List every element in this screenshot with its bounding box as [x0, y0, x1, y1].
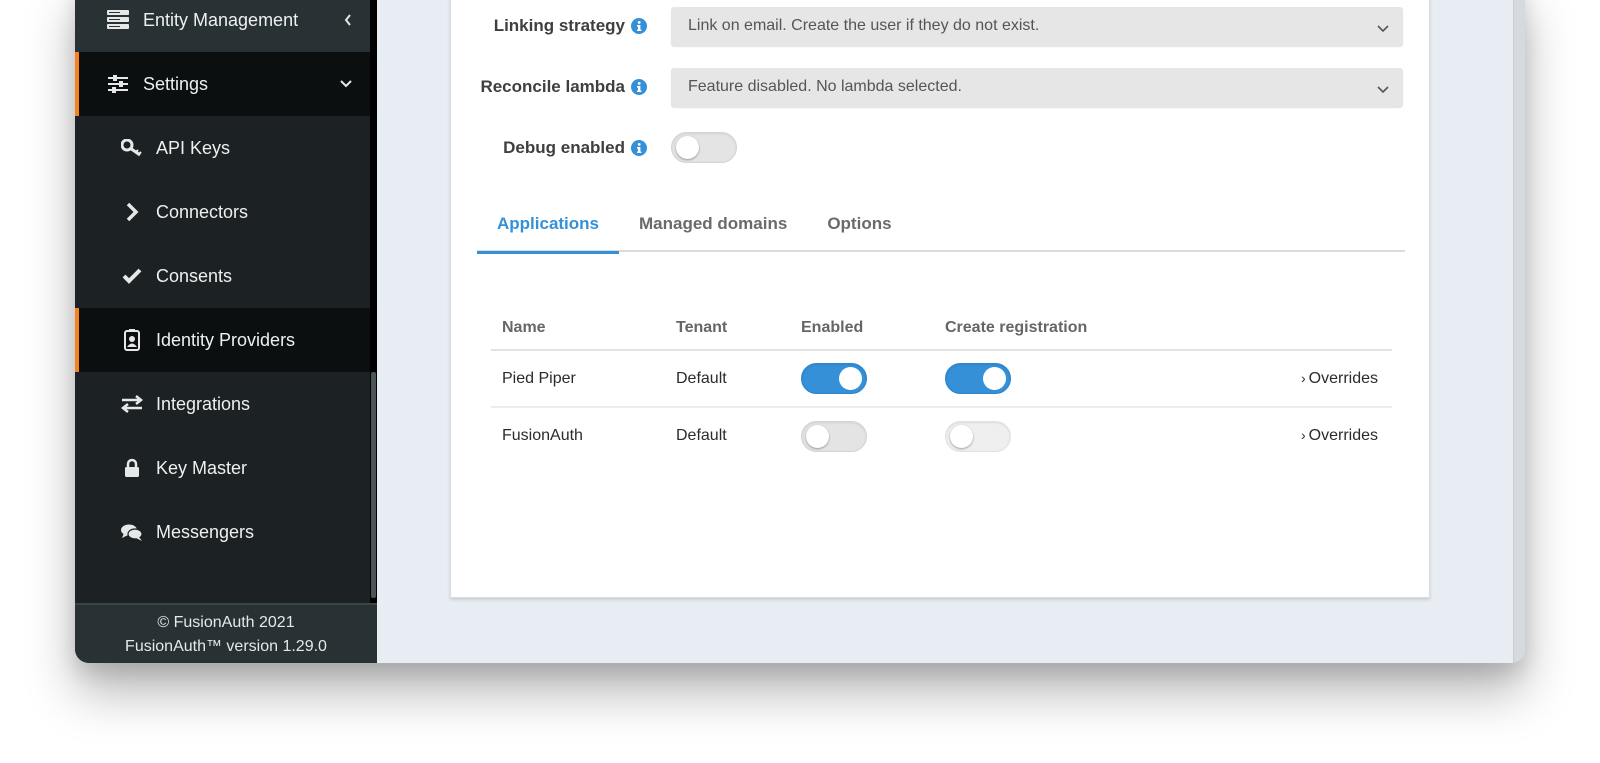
chevron-right-icon: ›	[1300, 427, 1306, 443]
overrides-link[interactable]: › Overrides	[1217, 407, 1392, 464]
linking-strategy-value: Link on email. Create the user if they d…	[688, 17, 1040, 34]
sidebar-footer: © FusionAuth 2021 FusionAuth™ version 1.…	[75, 603, 377, 663]
sidebar-item-label: API Keys	[156, 137, 231, 158]
tab-options[interactable]: Options	[807, 212, 911, 252]
toggle-knob	[676, 136, 699, 159]
linking-strategy-select[interactable]: Link on email. Create the user if they d…	[671, 6, 1403, 46]
app-tenant: Default	[676, 427, 727, 444]
key-icon	[121, 137, 143, 159]
lock-icon	[121, 457, 143, 479]
check-icon	[121, 265, 143, 287]
toggle-knob	[983, 367, 1006, 390]
sidebar-item-label: Consents	[156, 265, 233, 286]
reconcile-lambda-label-wrap: Reconcile lambda	[451, 77, 647, 97]
applications-table: Name Tenant Enabled Create registration …	[491, 307, 1392, 464]
version-text: FusionAuth™ version 1.29.0	[125, 638, 327, 655]
linking-strategy-row: Linking strategy Link on email. Create t…	[451, 6, 1429, 46]
sidebar-item-label: Connectors	[156, 201, 249, 222]
app-window: Entity Management Settings API Keys Conn…	[75, 0, 1525, 663]
create-registration-toggle[interactable]	[945, 363, 1011, 394]
table-row: Pied Piper Default › Overrides	[491, 350, 1392, 408]
sidebar-item-connectors[interactable]: Connectors	[75, 180, 370, 244]
reconcile-lambda-label: Reconcile lambda	[480, 77, 625, 96]
sidebar-item-key-master[interactable]: Key Master	[75, 436, 370, 500]
reconcile-lambda-select[interactable]: Feature disabled. No lambda selected.	[671, 67, 1403, 107]
column-header-actions	[1216, 307, 1392, 351]
table-row: FusionAuth Default › Overrides	[491, 407, 1392, 464]
debug-enabled-toggle[interactable]	[671, 132, 737, 163]
tab-applications[interactable]: Applications	[477, 212, 620, 254]
chevron-right-icon	[121, 201, 143, 223]
chevron-down-icon	[340, 80, 352, 88]
main-content: Linking strategy Link on email. Create t…	[377, 0, 1525, 663]
sidebar-item-api-keys[interactable]: API Keys	[75, 116, 370, 180]
sliders-icon	[107, 73, 129, 95]
toggle-knob	[839, 367, 862, 390]
reconcile-lambda-value: Feature disabled. No lambda selected.	[688, 78, 962, 95]
server-stack-icon	[107, 9, 129, 31]
sidebar-item-consents[interactable]: Consents	[75, 244, 370, 308]
info-icon[interactable]	[631, 79, 647, 95]
overrides-link[interactable]: › Overrides	[1216, 350, 1392, 408]
sidebar-item-integrations[interactable]: Integrations	[75, 372, 370, 436]
info-icon[interactable]	[631, 18, 647, 34]
column-header-tenant: Tenant	[665, 307, 790, 351]
create-registration-toggle[interactable]	[945, 420, 1011, 452]
sidebar-item-label: Messengers	[156, 521, 255, 542]
enabled-toggle[interactable]	[801, 363, 867, 394]
copyright-text: © FusionAuth 2021	[157, 614, 295, 631]
comments-icon	[121, 521, 143, 543]
identity-provider-panel: Linking strategy Link on email. Create t…	[450, 0, 1430, 598]
app-name: FusionAuth	[502, 427, 583, 444]
column-header-name: Name	[491, 307, 665, 351]
id-badge-icon	[121, 329, 143, 351]
sidebar-item-identity-providers[interactable]: Identity Providers	[75, 308, 370, 372]
enabled-toggle[interactable]	[801, 420, 867, 452]
chevron-down-icon	[1377, 20, 1389, 38]
sidebar-item-settings[interactable]: Settings	[75, 52, 370, 116]
sidebar-scrollbar[interactable]	[370, 0, 377, 603]
overrides-label: Overrides	[1308, 369, 1378, 387]
linking-strategy-label-wrap: Linking strategy	[451, 16, 647, 36]
sidebar-item-label: Entity Management	[143, 9, 299, 30]
app-tenant: Default	[665, 350, 790, 408]
sidebar-item-entity-management[interactable]: Entity Management	[75, 0, 370, 52]
sidebar-item-label: Settings	[143, 73, 209, 94]
info-icon[interactable]	[631, 140, 647, 156]
table-header-row: Name Tenant Enabled Create registration	[491, 307, 1392, 351]
sidebar-item-label: Key Master	[156, 457, 248, 478]
overrides-label: Overrides	[1308, 427, 1378, 444]
enabled-cell	[790, 407, 934, 464]
debug-enabled-label-wrap: Debug enabled	[451, 138, 647, 158]
app-name: Pied Piper	[491, 350, 665, 408]
sidebar-item-label: Identity Providers	[156, 329, 296, 350]
debug-enabled-row: Debug enabled	[451, 128, 1429, 168]
chevron-down-icon	[1377, 81, 1389, 99]
reconcile-lambda-row: Reconcile lambda Feature disabled. No la…	[451, 67, 1429, 107]
tab-managed-domains[interactable]: Managed domains	[619, 212, 807, 252]
toggle-knob	[806, 424, 829, 448]
toggle-knob	[950, 424, 973, 448]
sidebar-item-messengers[interactable]: Messengers	[75, 500, 370, 564]
create-registration-cell	[934, 407, 1217, 464]
sidebar-item-label: Integrations	[156, 393, 251, 414]
main-scrollbar[interactable]	[1513, 0, 1525, 663]
create-registration-cell	[934, 350, 1217, 408]
chevron-right-icon: ›	[1300, 369, 1306, 386]
chevron-left-icon	[344, 14, 352, 26]
exchange-icon	[121, 393, 143, 415]
column-header-enabled: Enabled	[790, 307, 934, 351]
sidebar: Entity Management Settings API Keys Conn…	[75, 0, 377, 663]
debug-enabled-label: Debug enabled	[503, 138, 625, 157]
sidebar-scrollbar-thumb[interactable]	[371, 372, 376, 598]
tab-bar: Applications Managed domains Options	[477, 212, 1405, 254]
column-header-create-registration: Create registration	[934, 307, 1217, 351]
enabled-cell	[790, 350, 934, 408]
sidebar-nav: Entity Management Settings API Keys Conn…	[75, 0, 370, 603]
linking-strategy-label: Linking strategy	[493, 16, 625, 35]
